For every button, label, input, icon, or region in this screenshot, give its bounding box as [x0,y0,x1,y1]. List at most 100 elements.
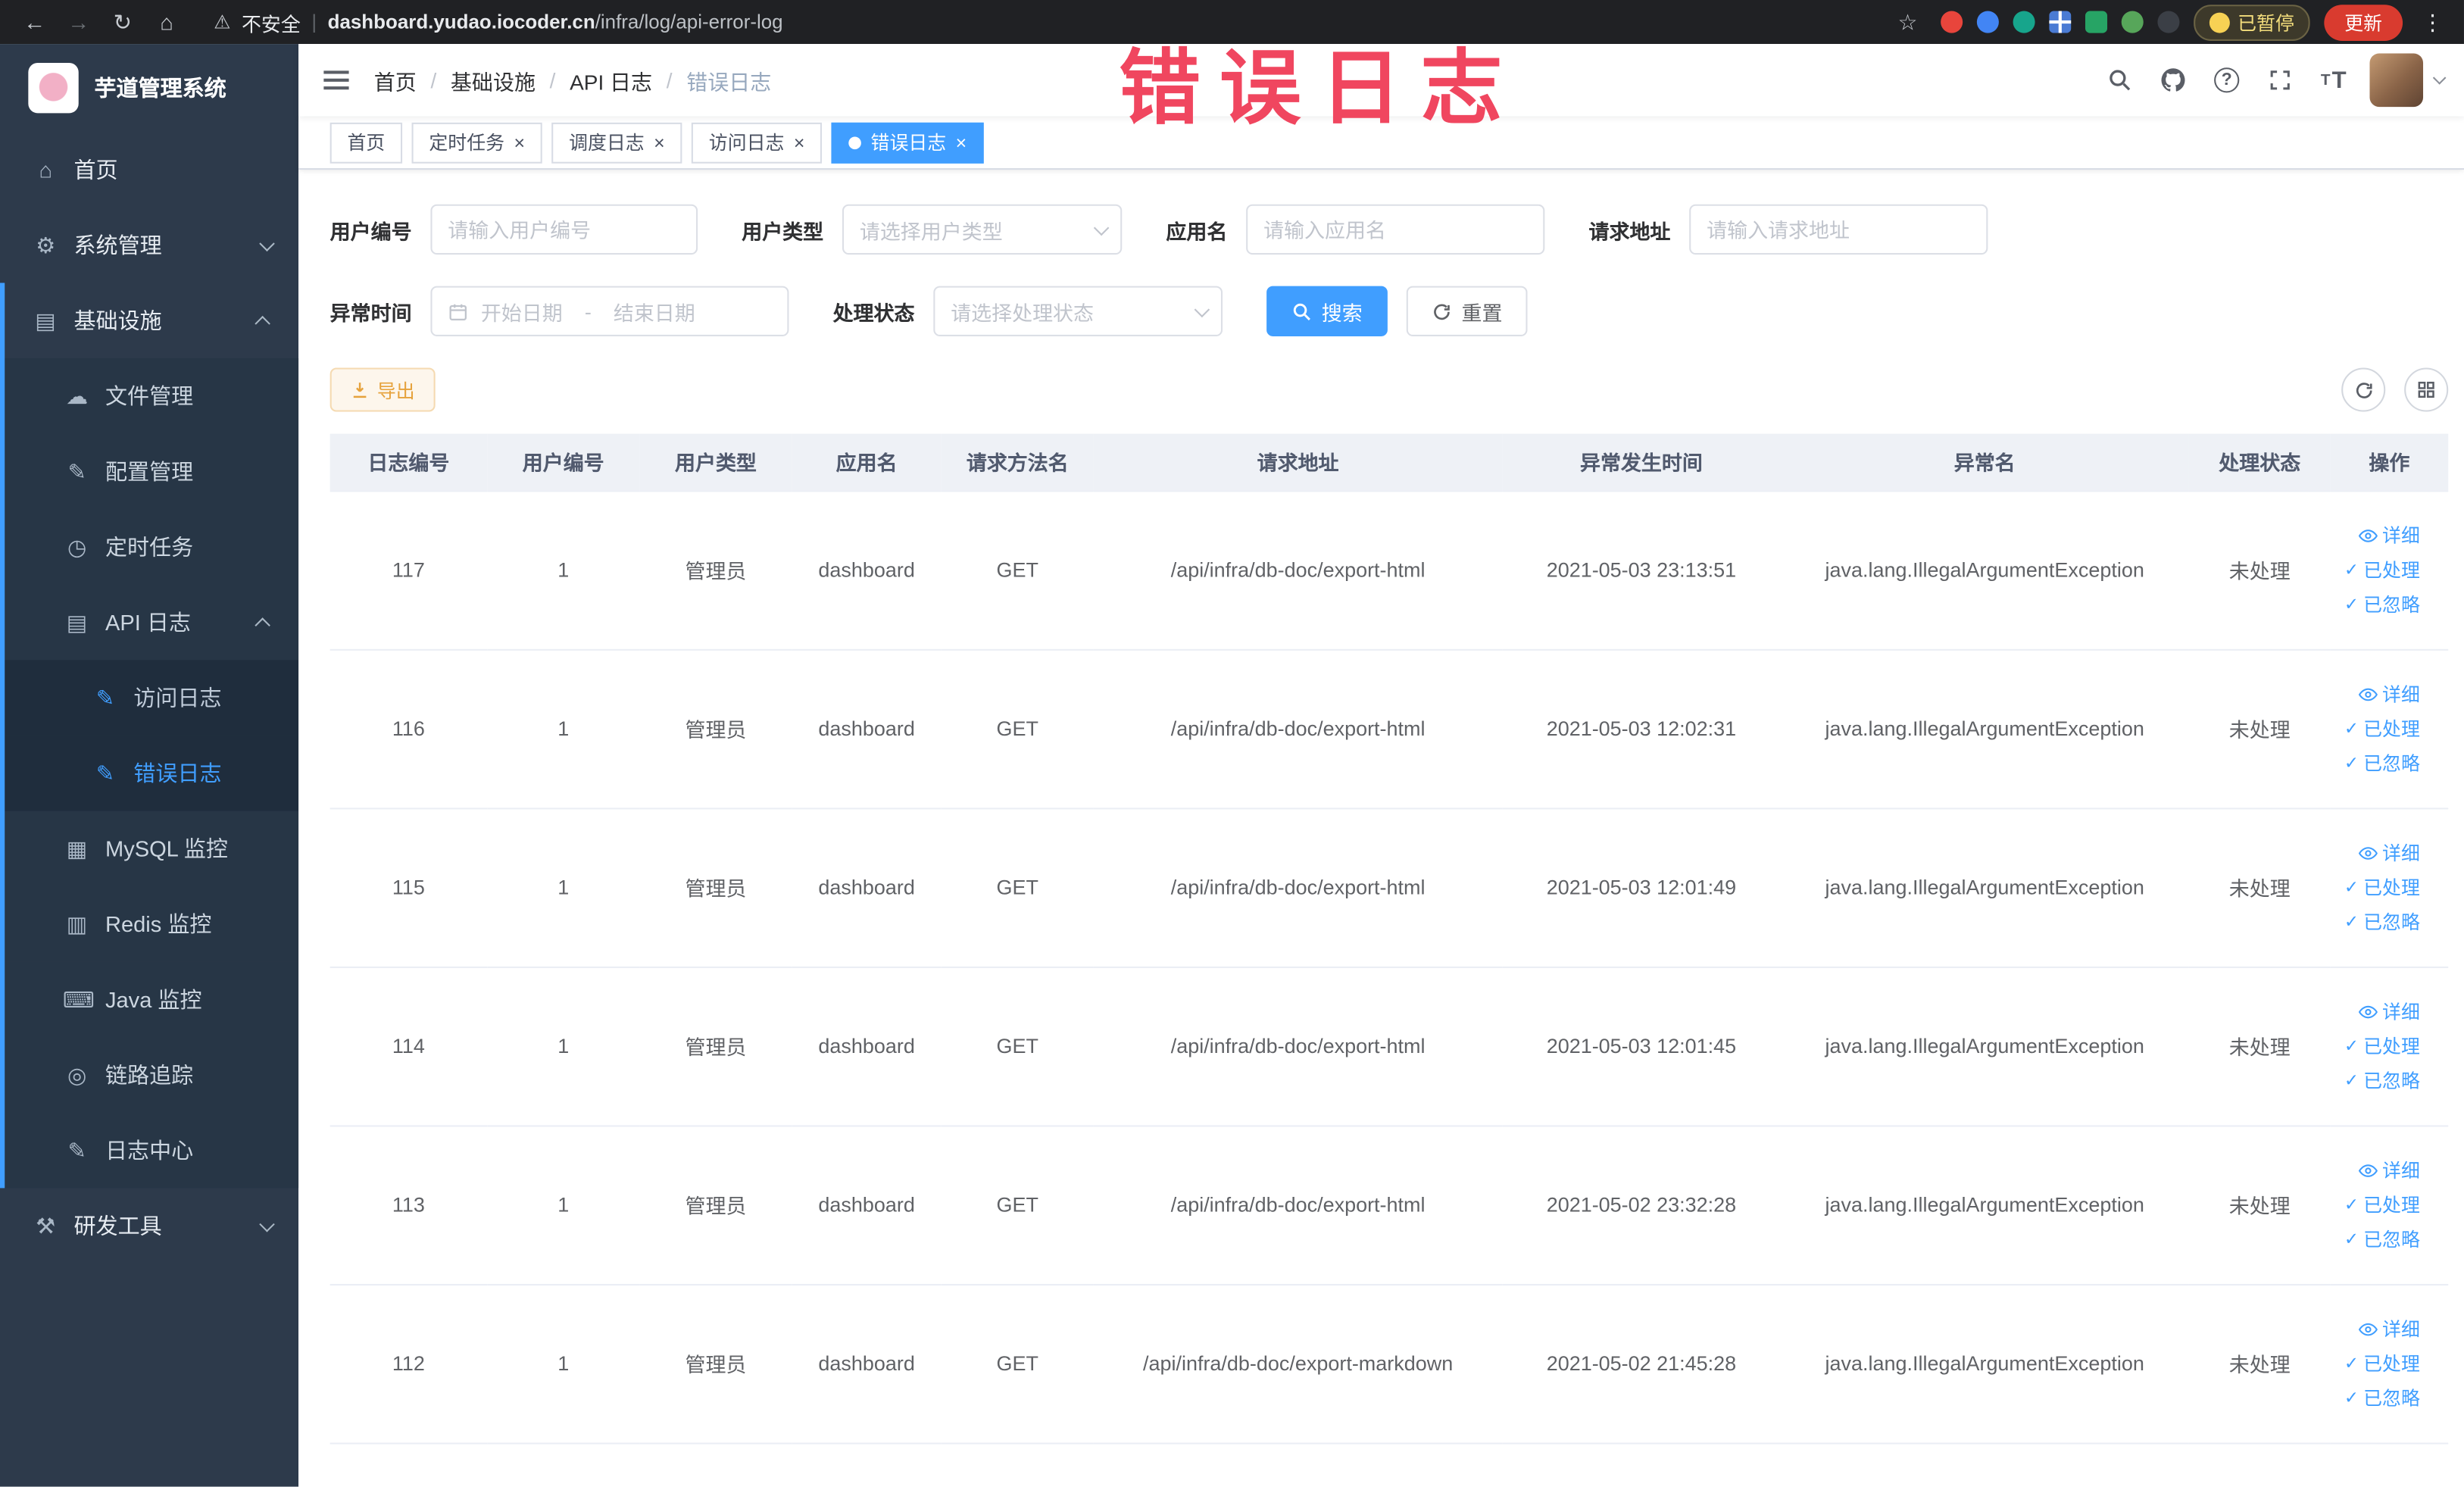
sidebar-item-trace[interactable]: ◎ 链路追踪 [0,1037,299,1113]
sidebar-item-home[interactable]: ⌂ 首页 [0,132,298,208]
sidebar-item-access-log[interactable]: ✎ 访问日志 [0,660,299,736]
mysql-icon: ▦ [66,835,88,861]
page-content: 用户编号 用户类型 请选择用户类型 应用名 [298,170,2464,1487]
extension-icon-leaf[interactable] [2121,11,2144,33]
detail-link[interactable]: 详细 [2340,836,2420,870]
github-icon[interactable] [2147,44,2200,116]
cell-log-id: 116 [329,648,488,809]
close-icon[interactable]: × [514,133,525,152]
sidebar-item-system-management[interactable]: ⚙ 系统管理 [0,208,298,283]
breadcrumb-item[interactable]: 基础设施 [451,64,536,95]
user-id-input[interactable] [430,204,698,255]
filter-label-app-name: 应用名 [1166,219,1228,243]
paused-badge[interactable]: 已暂停 [2194,4,2310,40]
mark-processed-link[interactable]: ✓ 已处理 [2340,1346,2420,1381]
sidebar-item-java-monitor[interactable]: ⌨ Java 监控 [0,961,299,1038]
search-icon[interactable] [2093,44,2147,116]
fullscreen-icon[interactable] [2253,44,2307,116]
extension-icon-blue[interactable] [1976,11,1999,33]
sidebar-item-log-center[interactable]: ✎ 日志中心 [0,1112,299,1189]
extension-icon-dark[interactable] [2157,11,2180,33]
process-status-select[interactable]: 请选择处理状态 [933,286,1223,336]
end-date-placeholder: 结束日期 [613,301,695,325]
sidebar-item-label: 定时任务 [105,534,194,560]
breadcrumb-item[interactable]: API 日志 [570,64,652,95]
user-id-field[interactable] [448,217,681,242]
mark-processed-link[interactable]: ✓ 已处理 [2340,870,2420,904]
tab-schedule-log[interactable]: 调度日志 × [551,121,682,163]
user-avatar-dropdown[interactable] [2369,53,2447,108]
tab-access-log[interactable]: 访问日志 × [691,121,823,163]
hamburger-icon[interactable] [298,44,374,116]
col-exception-name: 异常名 [1780,433,2189,492]
extension-icon-red[interactable] [1941,11,1963,33]
row-actions: 详细 ✓ 已处理 ✓ 已忽略 [2330,1125,2449,1285]
mark-processed-link[interactable]: ✓ 已处理 [2340,552,2420,587]
sidebar-item-config-management[interactable]: ✎ 配置管理 [0,433,299,510]
breadcrumb-item[interactable]: 首页 [374,64,417,95]
tab-scheduled-tasks[interactable]: 定时任务 × [411,121,542,163]
detail-link[interactable]: 详细 [2340,676,2420,711]
detail-link[interactable]: 详细 [2340,1153,2420,1188]
row-actions: 详细 ✓ 已处理 ✓ 已忽略 [2330,1283,2449,1444]
app-name-field[interactable] [1263,217,1528,242]
search-button[interactable]: 搜索 [1266,286,1388,336]
extension-icon-teal[interactable] [2013,11,2035,33]
sidebar-item-redis-monitor[interactable]: ▥ Redis 监控 [0,886,299,962]
bookmark-star-icon[interactable]: ☆ [1889,8,1927,35]
calendar-icon [449,303,467,320]
tab-error-log[interactable]: 错误日志 × [831,121,984,163]
update-button[interactable]: 更新 [2324,4,2403,40]
export-button[interactable]: 导出 [329,367,436,412]
chevron-down-icon [1093,219,1110,236]
sidebar-item-error-log[interactable]: ✎ 错误日志 [0,735,299,811]
help-icon[interactable]: ? [2200,44,2253,116]
mark-processed-link[interactable]: ✓ 已处理 [2340,711,2420,746]
mark-ignored-link[interactable]: ✓ 已忽略 [2340,745,2420,780]
mark-processed-link[interactable]: ✓ 已处理 [2340,1029,2420,1064]
user-type-select[interactable]: 请选择用户类型 [842,204,1123,255]
mark-ignored-link[interactable]: ✓ 已忽略 [2340,1063,2420,1098]
close-icon[interactable]: × [794,133,805,152]
mark-ignored-link[interactable]: ✓ 已忽略 [2340,1222,2420,1257]
detail-link[interactable]: 详细 [2340,994,2420,1029]
table-row: 112 1 管理员 dashboard GET /api/infra/db-do… [329,1283,2449,1444]
address-bar[interactable]: ⚠ 不安全 | dashboard.yudao.iocoder.cn/infra… [214,7,782,36]
mark-ignored-link[interactable]: ✓ 已忽略 [2340,904,2420,939]
sidebar-item-mysql-monitor[interactable]: ▦ MySQL 监控 [0,811,299,887]
cell-method: GET [941,490,1094,650]
sidebar-item-infrastructure[interactable]: ▤ 基础设施 [0,283,298,358]
extension-icon-grid[interactable] [2049,11,2072,33]
forward-icon[interactable]: → [60,9,98,34]
tab-home[interactable]: 首页 [329,121,403,163]
sidebar-item-dev-tools[interactable]: ⚒ 研发工具 [0,1188,298,1264]
close-icon[interactable]: × [956,133,967,152]
browser-menu-icon[interactable]: ⋮ [2417,8,2448,35]
cell-log-id: 113 [329,1125,488,1285]
sidebar-item-scheduled-tasks[interactable]: ◷ 定时任务 [0,509,299,585]
cell-method: GET [941,1283,1094,1444]
back-icon[interactable]: ← [16,9,54,34]
browser-home-icon[interactable]: ⌂ [148,9,186,34]
exception-time-range-picker[interactable]: 开始日期 - 结束日期 [430,286,789,336]
reset-button[interactable]: 重置 [1406,286,1528,336]
eye-icon [2358,846,2378,859]
reload-icon[interactable]: ↻ [104,8,142,35]
request-url-input[interactable] [1689,204,1988,255]
detail-link[interactable]: 详细 [2340,518,2420,553]
text-size-icon[interactable]: TT [2307,44,2361,116]
extension-icon-green[interactable] [2085,11,2107,33]
refresh-table-button[interactable] [2341,367,2386,412]
sidebar-item-api-log[interactable]: ▤ API 日志 [0,584,299,661]
detail-link[interactable]: 详细 [2340,1311,2420,1346]
sidebar-item-file-management[interactable]: ☁ 文件管理 [0,358,299,434]
cell-time: 2021-05-03 23:13:51 [1502,490,1781,650]
request-url-field[interactable] [1707,217,1971,242]
mark-ignored-link[interactable]: ✓ 已忽略 [2340,587,2420,622]
mark-ignored-link[interactable]: ✓ 已忽略 [2340,1381,2420,1416]
app-name-input[interactable] [1246,204,1545,255]
url-separator: | [311,11,317,33]
column-settings-button[interactable] [2404,367,2449,412]
mark-processed-link[interactable]: ✓ 已处理 [2340,1187,2420,1222]
close-icon[interactable]: × [654,133,665,152]
